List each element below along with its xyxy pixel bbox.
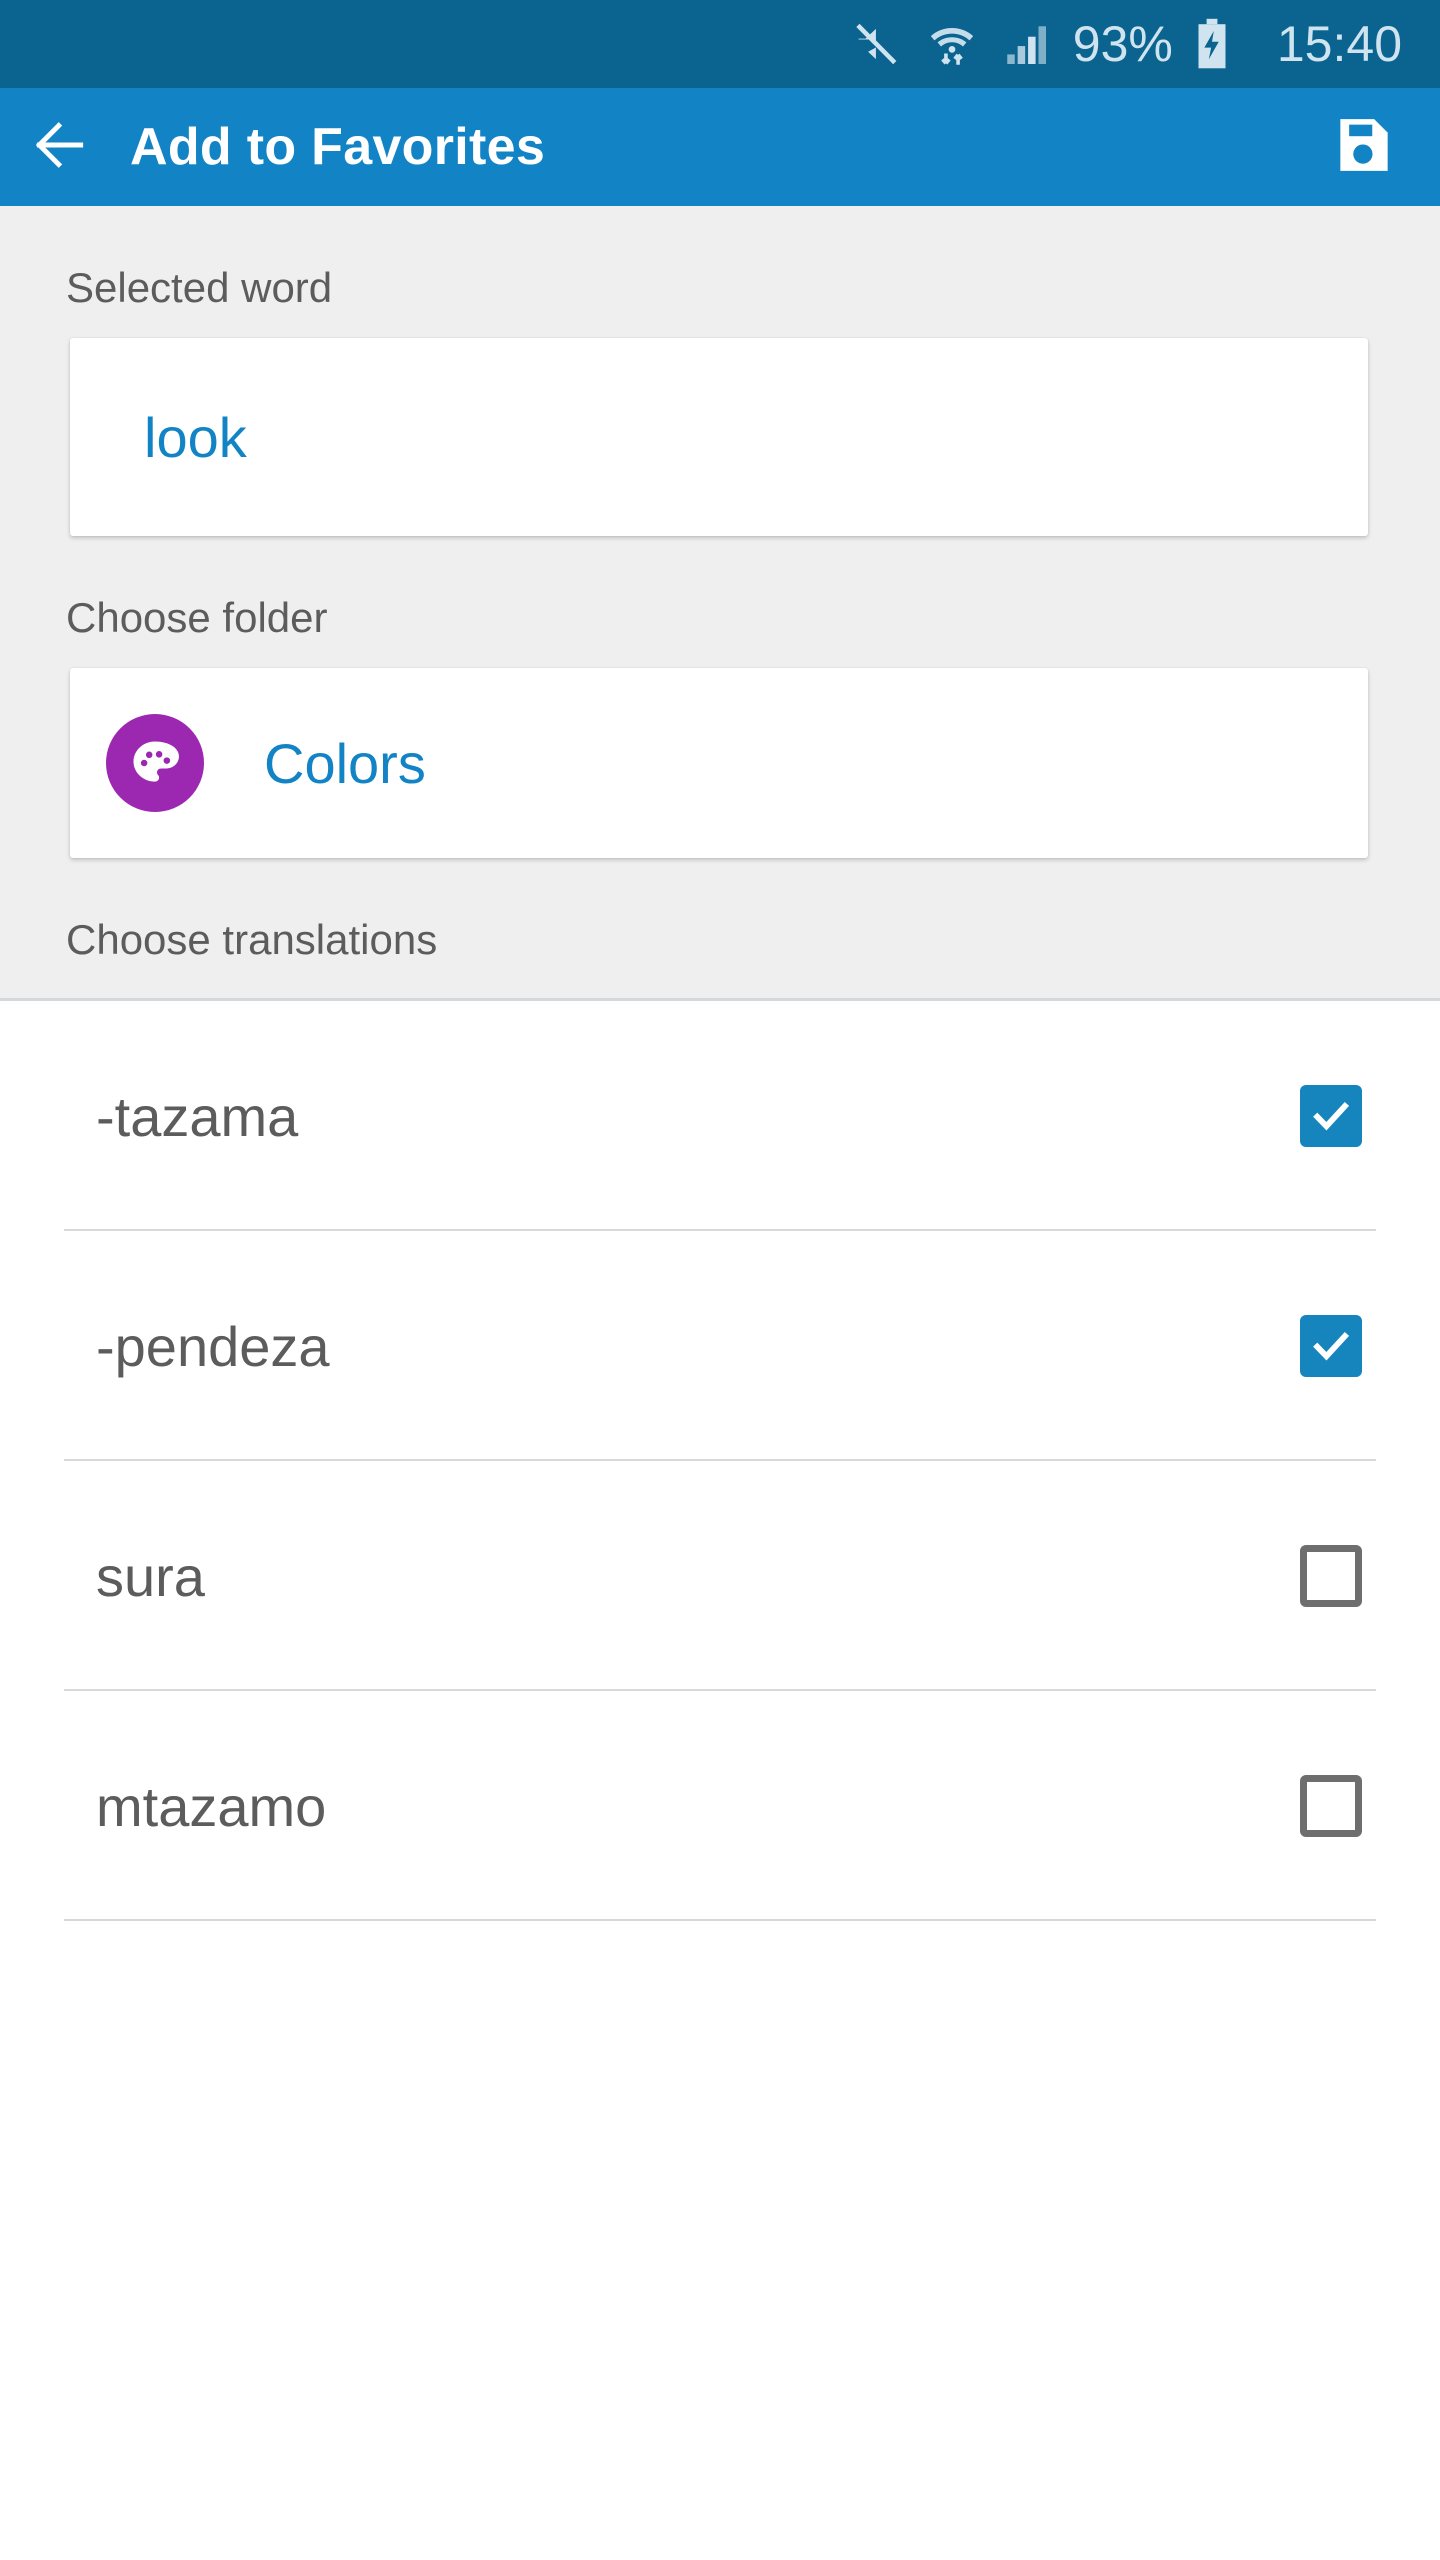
translation-checkbox[interactable] <box>1300 1775 1362 1837</box>
list-item[interactable]: -pendeza <box>0 1231 1440 1461</box>
palette-icon <box>106 714 204 812</box>
battery-charging-icon <box>1195 17 1229 71</box>
folder-selector[interactable]: Colors <box>70 668 1368 858</box>
translation-label: sura <box>96 1544 205 1608</box>
translation-label: -pendeza <box>96 1314 330 1378</box>
selected-word-label: Selected word <box>66 264 333 311</box>
battery-percent-label: 93% <box>1072 16 1173 72</box>
row-divider <box>64 1919 1376 1921</box>
floppy-disk-save-icon <box>1331 112 1397 183</box>
translation-checkbox[interactable] <box>1300 1085 1362 1147</box>
choose-folder-label: Choose folder <box>66 594 328 641</box>
signal-bars-icon <box>1001 19 1051 69</box>
app-bar: Add to Favorites <box>0 88 1440 206</box>
status-bar: 93% 15:40 <box>0 0 1440 88</box>
translations-list: -tazama -pendeza sura mtazamo <box>0 1001 1440 1921</box>
arrow-left-icon <box>29 114 91 181</box>
status-bar-clock: 15:40 <box>1276 16 1402 72</box>
list-item[interactable]: -tazama <box>0 1001 1440 1231</box>
status-bar-icons: 93% 15:40 <box>851 15 1402 73</box>
mute-icon <box>851 18 903 70</box>
choose-translations-label: Choose translations <box>66 916 438 963</box>
save-button[interactable] <box>1324 107 1404 187</box>
back-button[interactable] <box>0 88 120 206</box>
translation-checkbox[interactable] <box>1300 1545 1362 1607</box>
form-section: Selected word look Choose folder Colors … <box>0 206 1440 1001</box>
selected-word-field[interactable]: look <box>70 338 1368 536</box>
list-item[interactable]: mtazamo <box>0 1691 1440 1921</box>
page-title: Add to Favorites <box>130 118 546 176</box>
folder-name-value: Colors <box>264 731 426 795</box>
app-screen: 93% 15:40 Add to Favorites Selected word… <box>0 0 1440 2560</box>
selected-word-value: look <box>144 405 247 469</box>
translation-label: mtazamo <box>96 1774 327 1838</box>
translation-label: -tazama <box>96 1084 299 1148</box>
wifi-transfer-icon <box>925 17 979 71</box>
translation-checkbox[interactable] <box>1300 1315 1362 1377</box>
list-item[interactable]: sura <box>0 1461 1440 1691</box>
